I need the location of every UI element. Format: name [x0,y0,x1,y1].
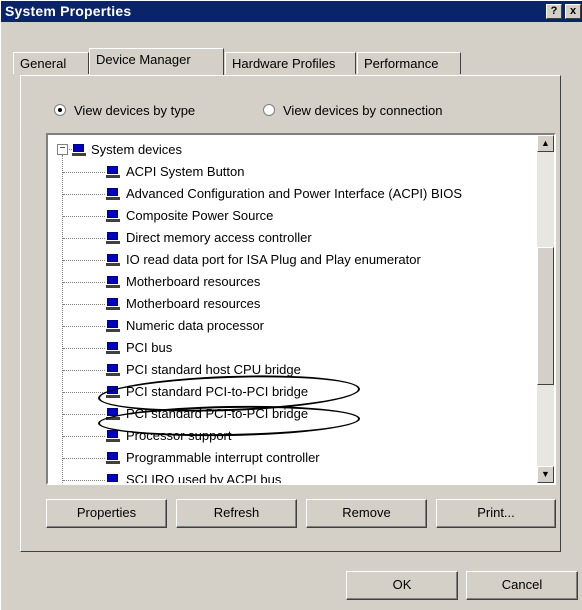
device-label: PCI bus [126,340,173,355]
refresh-button[interactable]: Refresh [176,499,297,528]
device-tree: − System devices ACPI System Button Advan… [48,135,536,483]
device-list-item[interactable]: PCI standard PCI-to-PCI bridge [48,381,528,403]
system-device-icon [106,210,120,222]
device-list-item[interactable]: PCI bus [48,337,528,359]
system-device-icon [106,430,120,442]
vertical-scrollbar[interactable]: ▲ ▼ [537,135,554,483]
system-device-icon [106,386,120,398]
device-label: Programmable interrupt controller [126,450,320,465]
device-list-item[interactable]: PCI standard PCI-to-PCI bridge [48,403,528,425]
device-label: Advanced Configuration and Power Interfa… [126,186,463,201]
system-device-icon [106,254,120,266]
radio-selected-icon [54,104,66,116]
tree-category-system-devices[interactable]: − System devices [48,139,528,161]
system-device-icon [106,232,120,244]
title-bar: System Properties ? x [1,1,582,22]
device-label: SCI IRQ used by ACPI bus [126,472,282,483]
computer-device-icon [72,144,86,156]
device-label: PCI standard host CPU bridge [126,362,301,377]
device-list-item[interactable]: Composite Power Source [48,205,528,227]
system-device-icon [106,276,120,288]
system-device-icon [106,474,120,483]
properties-button[interactable]: Properties [46,499,167,528]
device-label: PCI standard PCI-to-PCI bridge [126,384,309,399]
tab-general[interactable]: General [13,52,89,74]
remove-button[interactable]: Remove [306,499,427,528]
device-list-item[interactable]: Direct memory access controller [48,227,528,249]
tab-general-label: General [20,56,67,71]
tab-device-manager[interactable]: Device Manager [89,48,224,75]
view-by-connection-label: View devices by connection [283,102,443,118]
tab-hardware-profiles[interactable]: Hardware Profiles [225,52,356,74]
system-properties-window: System Properties ? x General Device Man… [0,0,582,610]
cancel-button[interactable]: Cancel [466,571,578,600]
device-list-item[interactable]: Advanced Configuration and Power Interfa… [48,183,528,205]
close-button[interactable]: x [565,4,581,19]
ok-button-label: OK [392,577,412,592]
device-label: IO read data port for ISA Plug and Play … [126,252,421,267]
system-device-icon [106,342,120,354]
system-device-icon [106,452,120,464]
device-label: Motherboard resources [126,296,261,311]
refresh-button-label: Refresh [213,505,260,520]
device-label: PCI standard PCI-to-PCI bridge [126,406,309,421]
system-device-icon [106,298,120,310]
device-list[interactable]: − System devices ACPI System Button Advan… [46,133,556,485]
device-list-item[interactable]: Numeric data processor [48,315,528,337]
view-by-type-radio[interactable]: View devices by type [54,101,195,119]
properties-button-label: Properties [76,505,137,520]
system-device-icon [106,364,120,376]
system-device-icon [106,166,120,178]
tab-performance[interactable]: Performance [357,52,461,74]
system-device-icon [106,320,120,332]
scroll-up-icon[interactable]: ▲ [537,135,554,152]
view-by-connection-radio[interactable]: View devices by connection [263,101,442,119]
ok-button[interactable]: OK [346,571,458,600]
device-list-item[interactable]: IO read data port for ISA Plug and Play … [48,249,528,271]
device-label: ACPI System Button [126,164,245,179]
device-label: Motherboard resources [126,274,261,289]
device-list-item[interactable]: Programmable interrupt controller [48,447,528,469]
tab-performance-label: Performance [364,56,439,71]
device-list-item[interactable]: Processor support [48,425,528,447]
scroll-thumb[interactable] [537,247,554,385]
system-device-icon [106,188,120,200]
scroll-down-icon[interactable]: ▼ [537,466,554,483]
system-device-icon [106,408,120,420]
device-label: Composite Power Source [126,208,274,223]
device-list-item[interactable]: PCI standard host CPU bridge [48,359,528,381]
device-label: Processor support [126,428,232,443]
view-by-type-label: View devices by type [74,102,196,118]
remove-button-label: Remove [342,505,391,520]
device-label: Numeric data processor [126,318,264,333]
device-list-item[interactable]: SCI IRQ used by ACPI bus [48,469,528,483]
radio-unselected-icon [263,104,275,116]
window-title: System Properties [5,3,132,19]
tab-device-manager-label: Device Manager [96,52,191,67]
help-button[interactable]: ? [546,4,562,19]
tab-hardware-profiles-label: Hardware Profiles [232,56,336,71]
cancel-button-label: Cancel [501,577,543,592]
print-button[interactable]: Print... [436,499,556,528]
category-label: System devices [91,142,183,157]
device-list-item[interactable]: Motherboard resources [48,293,528,315]
device-list-item[interactable]: Motherboard resources [48,271,528,293]
device-list-item[interactable]: ACPI System Button [48,161,528,183]
device-label: Direct memory access controller [126,230,312,245]
print-button-label: Print... [477,505,515,520]
